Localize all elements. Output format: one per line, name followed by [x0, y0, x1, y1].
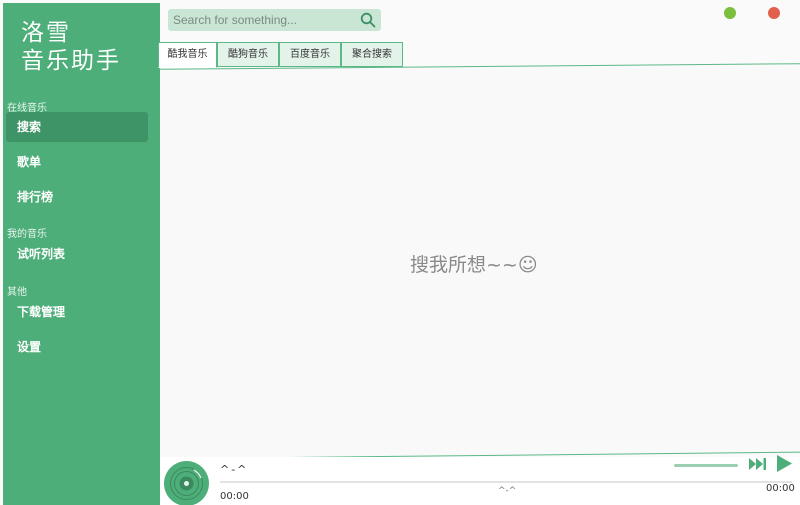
sidebar-item-search[interactable]: 搜索 [6, 112, 148, 142]
search-icon[interactable] [360, 12, 376, 28]
sidebar-item-settings[interactable]: 设置 [6, 332, 148, 362]
sidebar-item-trial-list[interactable]: 试听列表 [6, 239, 148, 269]
search-box [168, 9, 381, 31]
sidebar-item-leaderboard[interactable]: 排行榜 [6, 182, 148, 212]
next-icon[interactable] [749, 458, 767, 470]
section-label-my-music: 我的音乐 [7, 229, 47, 240]
tab-kuwo[interactable]: 酷我音乐 [158, 42, 217, 68]
total-time: 00:00 [766, 483, 795, 494]
player-bar: ^-^ 00:00 ^-^ 00:00 [160, 454, 800, 505]
minimize-icon[interactable] [724, 7, 736, 19]
section-label-other: 其他 [7, 287, 27, 298]
app-title: 洛雪 音乐助手 [21, 19, 121, 75]
app-window: 洛雪 音乐助手 在线音乐 搜索 歌单 排行榜 我的音乐 试听列表 其他 下载管理… [0, 0, 800, 505]
sidebar-item-downloads[interactable]: 下载管理 [6, 297, 148, 327]
app-title-line1: 洛雪 [21, 20, 71, 46]
empty-message: 搜我所想~~☺ [410, 254, 538, 276]
disc-icon [164, 461, 209, 505]
play-icon[interactable] [776, 454, 793, 473]
song-name: ^-^ [220, 463, 249, 476]
tab-aggregate[interactable]: 聚合搜索 [341, 42, 403, 67]
progress-bar[interactable] [220, 481, 792, 483]
tab-kugou[interactable]: 酷狗音乐 [217, 42, 279, 67]
sidebar-item-playlist[interactable]: 歌单 [6, 147, 148, 177]
sidebar: 洛雪 音乐助手 在线音乐 搜索 歌单 排行榜 我的音乐 试听列表 其他 下载管理… [3, 3, 160, 505]
lyric-line: ^-^ [498, 486, 517, 496]
close-icon[interactable] [768, 7, 780, 19]
current-time: 00:00 [220, 491, 249, 502]
search-input[interactable] [168, 9, 354, 31]
volume-slider[interactable] [674, 464, 738, 467]
tab-baidu[interactable]: 百度音乐 [279, 42, 341, 67]
app-title-line2: 音乐助手 [21, 48, 121, 74]
